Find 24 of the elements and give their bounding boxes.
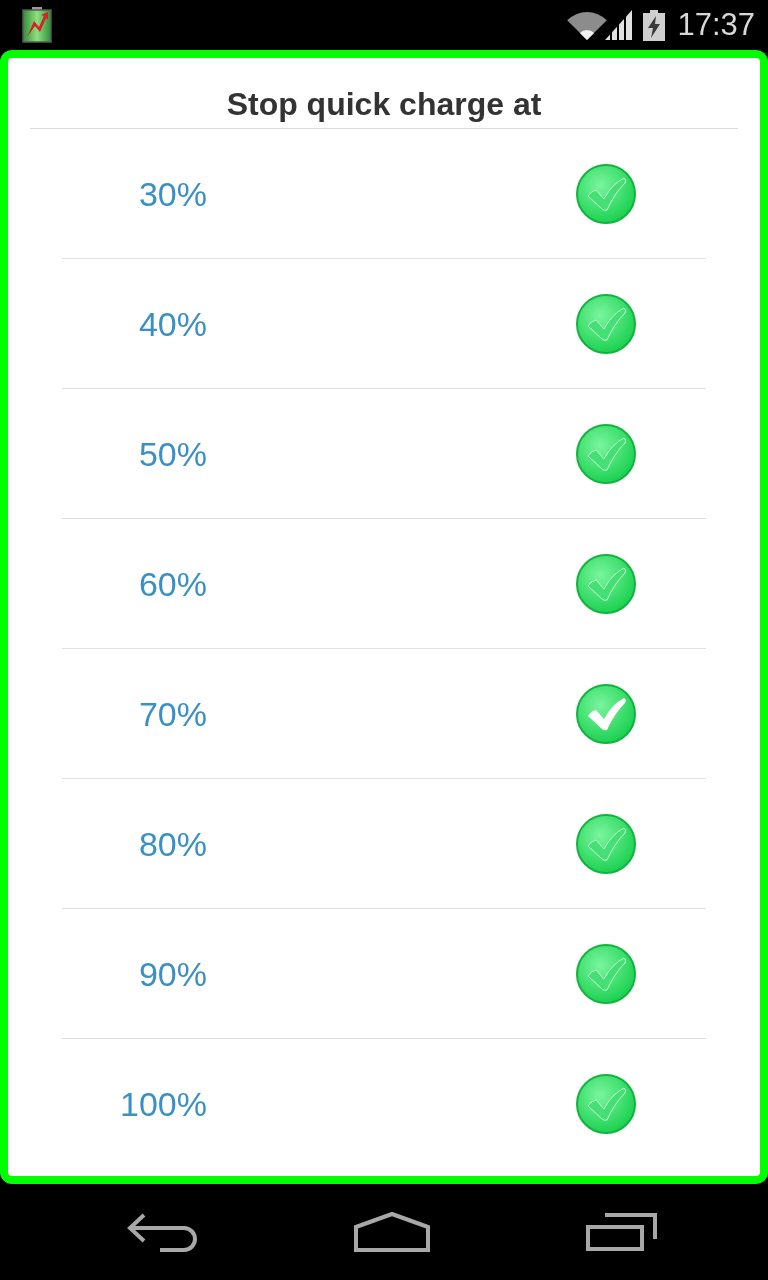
option-label[interactable]: 50% [138, 433, 207, 474]
signal-icon [605, 10, 633, 40]
option-label[interactable]: 40% [138, 303, 207, 344]
check-circle-icon[interactable] [576, 683, 636, 744]
option-label[interactable]: 90% [138, 953, 207, 994]
check-circle-icon[interactable] [576, 163, 636, 224]
back-icon[interactable] [127, 1211, 197, 1253]
option-label[interactable]: 80% [138, 823, 207, 864]
recents-icon[interactable] [585, 1212, 659, 1252]
clock-time: 17:37 [677, 7, 755, 43]
wifi-icon [567, 9, 608, 41]
check-circle-icon[interactable] [576, 553, 636, 614]
option-label[interactable]: 70% [138, 693, 207, 734]
option-label[interactable]: 100% [120, 1083, 207, 1124]
dialog-title: Stop quick charge at [226, 85, 542, 124]
check-circle-icon[interactable] [576, 293, 636, 354]
option-label[interactable]: 30% [138, 173, 207, 214]
option-label[interactable]: 60% [138, 563, 207, 604]
check-circle-icon[interactable] [576, 1073, 636, 1134]
check-circle-icon[interactable] [576, 813, 636, 874]
check-circle-icon[interactable] [576, 423, 636, 484]
home-icon[interactable] [353, 1211, 431, 1253]
check-circle-icon[interactable] [576, 943, 636, 1004]
battery-charging-icon [643, 9, 666, 41]
